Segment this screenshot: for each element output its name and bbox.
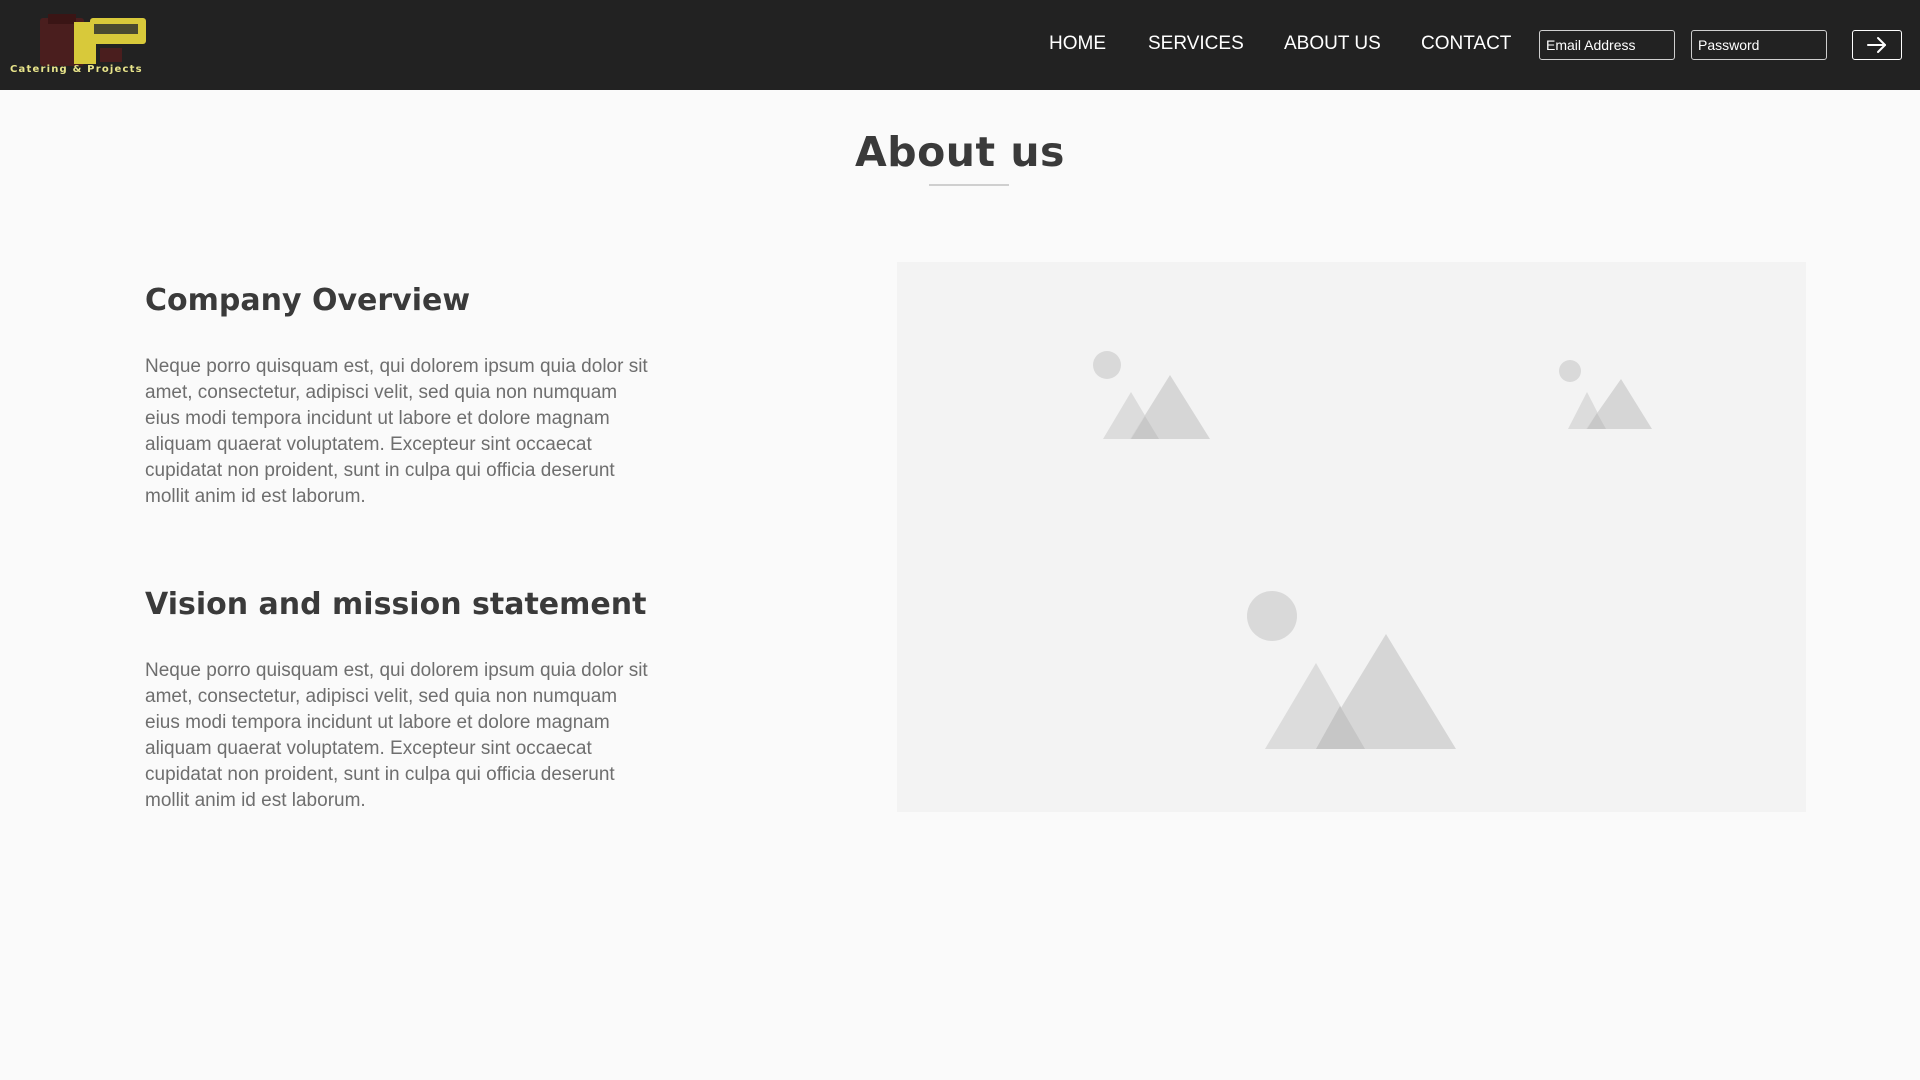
image-placeholder-icon-large — [1247, 591, 1456, 749]
password-field[interactable] — [1691, 30, 1827, 60]
image-placeholder-icon-small-right — [1559, 360, 1652, 429]
email-field[interactable] — [1539, 30, 1675, 60]
vision-mission-heading: Vision and mission statement — [145, 587, 647, 622]
site-header: Catering & Projects HOME SERVICES ABOUT … — [0, 0, 1920, 90]
company-overview-text: Neque porro quisquam est, qui dolorem ip… — [145, 356, 648, 507]
image-placeholder-icon-small-left — [1093, 351, 1210, 439]
image-placeholder-icon — [1093, 351, 1652, 749]
login-submit-button[interactable] — [1852, 30, 1902, 60]
nav-about-us[interactable]: ABOUT US — [1284, 33, 1381, 55]
vision-mission-text: Neque porro quisquam est, qui dolorem ip… — [145, 660, 648, 811]
arrow-right-icon — [1867, 37, 1886, 53]
image-placeholder — [897, 262, 1806, 812]
page-title: About us — [855, 128, 1065, 176]
logo-caption: Catering & Projects — [10, 64, 143, 75]
logo-mark-icon — [40, 14, 146, 66]
title-underline — [929, 184, 1009, 186]
nav-services[interactable]: SERVICES — [1148, 33, 1244, 55]
nav-home[interactable]: HOME — [1049, 33, 1106, 55]
company-logo[interactable]: Catering & Projects — [10, 12, 180, 80]
nav-contact[interactable]: CONTACT — [1421, 33, 1511, 55]
company-overview-heading: Company Overview — [145, 283, 471, 318]
